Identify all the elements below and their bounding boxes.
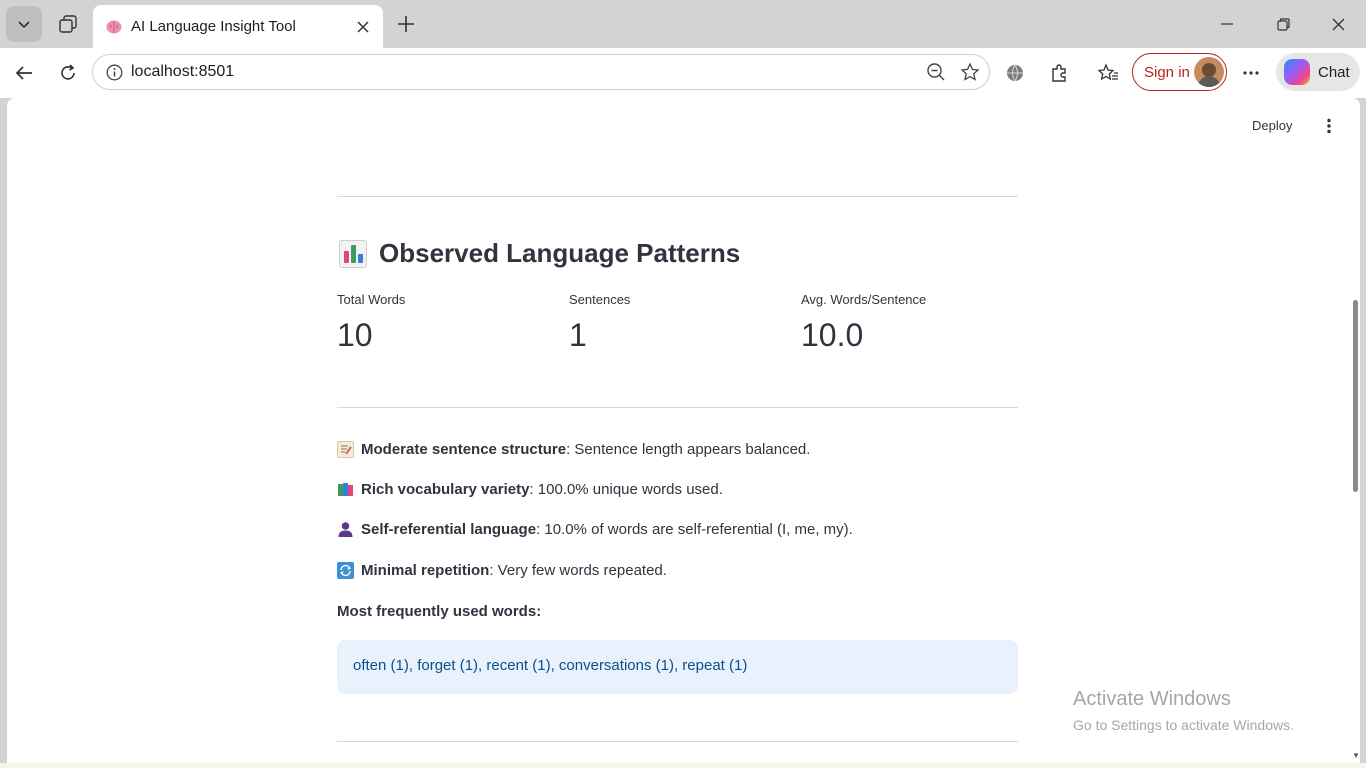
workspaces-button[interactable] — [50, 6, 86, 42]
browser-toolbar: localhost:8501 Sign in Chat — [0, 48, 1366, 98]
close-icon — [1332, 18, 1344, 30]
puzzle-icon — [1052, 64, 1066, 82]
pattern-item: Rich vocabulary variety: 100.0% unique w… — [337, 481, 723, 498]
metric-avg-words: Avg. Words/Sentence 10.0 — [801, 292, 926, 354]
metric-value: 10.0 — [801, 317, 864, 353]
pattern-text: : 10.0% of words are self-referential (I… — [536, 521, 853, 538]
address-bar[interactable]: localhost:8501 — [92, 54, 990, 90]
refresh-button[interactable] — [52, 57, 84, 89]
pattern-title: Moderate sentence structure — [361, 441, 567, 458]
watermark-title: Activate Windows — [1073, 688, 1231, 710]
pattern-item: Moderate sentence structure: Sentence le… — [337, 441, 810, 458]
info-icon[interactable] — [105, 63, 123, 81]
extensions-button[interactable] — [1043, 57, 1075, 89]
window-close-button[interactable] — [1315, 4, 1361, 44]
page-viewport: Deploy Observed Language Patterns Total … — [7, 98, 1360, 763]
arrow-left-icon — [15, 66, 32, 80]
repeat-icon — [337, 562, 354, 579]
scrollbar-thumb[interactable] — [1353, 300, 1358, 492]
restore-button[interactable] — [1260, 4, 1306, 44]
metric-value: 1 — [569, 317, 587, 353]
metric-sentences: Sentences 1 — [569, 292, 630, 354]
brain-icon — [105, 18, 123, 36]
frequent-words-title: Most frequently used words: — [337, 603, 542, 620]
new-tab-button[interactable] — [390, 8, 422, 40]
divider — [337, 196, 1018, 197]
workspaces-icon — [59, 15, 77, 33]
sign-in-button[interactable]: Sign in — [1132, 53, 1227, 91]
metric-value: 10 — [337, 317, 373, 353]
url-text[interactable]: localhost:8501 — [131, 63, 921, 81]
pattern-title: Minimal repetition — [361, 562, 490, 579]
minimize-button[interactable] — [1204, 4, 1250, 44]
pattern-text: : 100.0% unique words used. — [529, 481, 723, 498]
bar-chart-icon — [339, 239, 367, 268]
deploy-button[interactable]: Deploy — [1252, 118, 1292, 133]
pattern-item: Minimal repetition: Very few words repea… — [337, 562, 667, 579]
more-vertical-icon — [1327, 118, 1331, 134]
memo-icon — [337, 441, 354, 458]
page-title: Observed Language Patterns — [339, 238, 740, 269]
metric-label: Total Words — [337, 292, 406, 307]
avatar — [1194, 57, 1224, 87]
copilot-chat-button[interactable]: Chat — [1276, 53, 1360, 91]
divider — [337, 407, 1018, 408]
browser-essentials-button[interactable] — [999, 57, 1031, 89]
globe-icon — [1007, 64, 1023, 82]
metric-label: Avg. Words/Sentence — [801, 292, 927, 307]
refresh-icon — [61, 64, 75, 80]
copilot-icon — [1284, 59, 1310, 85]
restore-icon — [1276, 17, 1290, 31]
activate-windows-watermark: Activate Windows Go to Settings to activ… — [1073, 688, 1294, 733]
metric-label: Sentences — [569, 292, 631, 307]
favorites-icon — [1097, 63, 1118, 81]
tab-strip: AI Language Insight Tool — [0, 0, 1366, 48]
close-icon[interactable] — [353, 17, 373, 37]
pattern-text: : Sentence length appears balanced. — [566, 441, 811, 458]
pattern-title: Rich vocabulary variety — [361, 481, 530, 498]
chevron-down-icon — [18, 21, 30, 29]
favorites-button[interactable] — [1092, 57, 1124, 89]
frequent-words-box: often (1), forget (1), recent (1), conve… — [337, 640, 1018, 694]
main-menu-button[interactable] — [1319, 116, 1339, 136]
plus-icon — [398, 16, 414, 32]
tab-title: AI Language Insight Tool — [131, 18, 296, 35]
heading-text: Observed Language Patterns — [379, 238, 741, 268]
person-icon — [337, 521, 354, 538]
bottom-strip — [0, 763, 1366, 768]
minimize-icon — [1221, 23, 1233, 25]
metric-total-words: Total Words 10 — [337, 292, 405, 354]
chat-label: Chat — [1318, 63, 1350, 81]
pattern-title: Self-referential language — [361, 521, 537, 538]
star-icon[interactable] — [955, 57, 985, 87]
more-horizontal-icon — [1243, 71, 1259, 75]
pattern-item: Self-referential language: 10.0% of word… — [337, 521, 853, 538]
watermark-subtitle: Go to Settings to activate Windows. — [1073, 717, 1294, 733]
scroll-down-arrow-icon[interactable]: ▼ — [1352, 751, 1360, 760]
browser-tab-active[interactable]: AI Language Insight Tool — [93, 5, 383, 48]
pattern-text: : Very few words repeated. — [489, 562, 667, 579]
settings-more-button[interactable] — [1235, 57, 1267, 89]
tab-actions-button[interactable] — [6, 6, 42, 42]
divider — [337, 741, 1018, 742]
zoom-out-icon[interactable] — [921, 57, 951, 87]
books-icon — [337, 481, 354, 498]
sign-in-label: Sign in — [1144, 63, 1190, 81]
back-button[interactable] — [8, 57, 40, 89]
